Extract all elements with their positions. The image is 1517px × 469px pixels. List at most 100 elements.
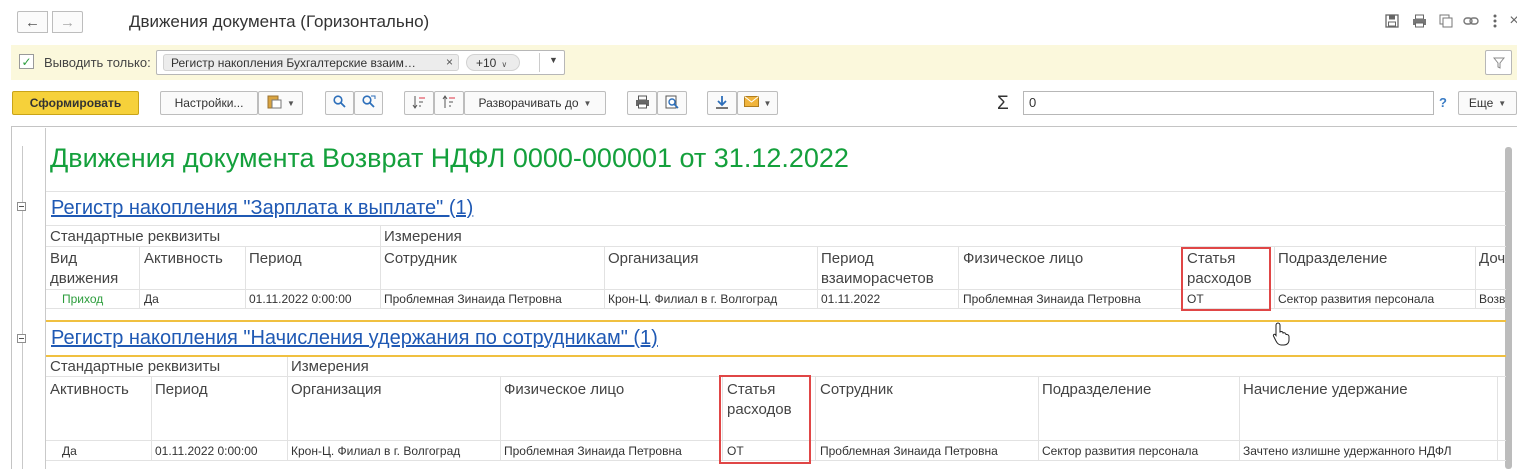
group-header-standard: Стандартные реквизиты bbox=[50, 228, 221, 245]
table-cell: Крон-Ц. Филиал в г. Волгоград bbox=[291, 444, 461, 458]
divider bbox=[46, 308, 1506, 309]
send-email-button[interactable]: ▼ bbox=[737, 91, 778, 115]
table-cell: Проблемная Зинаида Петровна bbox=[963, 292, 1141, 306]
back-button[interactable]: ← bbox=[17, 11, 48, 33]
table-cell: Проблемная Зинаида Петровна bbox=[384, 292, 562, 306]
generate-button[interactable]: Сформировать bbox=[12, 91, 139, 115]
report-title: Движения документа Возврат НДФЛ 0000-000… bbox=[50, 143, 849, 173]
highlight-box bbox=[1181, 247, 1271, 311]
close-icon[interactable]: × bbox=[1505, 12, 1517, 30]
filter-checkbox[interactable]: ✓ bbox=[19, 54, 34, 69]
filter-tag-label: Регистр накопления Бухгалтерские взаим… bbox=[171, 56, 416, 70]
chevron-down-icon: ▼ bbox=[583, 98, 592, 108]
filter-bar: ✓ Выводить только: Регистр накопления Бу… bbox=[11, 45, 1517, 80]
table-cell: 01.11.2022 bbox=[821, 292, 881, 306]
register-2-title[interactable]: Регистр накопления "Начисления удержания… bbox=[51, 327, 658, 350]
gutter-line bbox=[22, 146, 23, 469]
divider bbox=[46, 246, 1506, 247]
download-icon bbox=[715, 95, 729, 112]
chevron-down-icon[interactable]: ▼ bbox=[549, 55, 558, 65]
sort-asc-button[interactable] bbox=[404, 91, 434, 115]
back-arrow-icon: ← bbox=[25, 13, 40, 31]
column-header: Период bbox=[155, 381, 208, 398]
more-label: Еще bbox=[1468, 96, 1494, 110]
table-cell: Сектор развития персонала bbox=[1278, 292, 1435, 306]
column-divider bbox=[1274, 247, 1275, 309]
forward-arrow-icon: → bbox=[60, 13, 75, 31]
email-icon bbox=[743, 96, 759, 110]
divider bbox=[46, 289, 1506, 290]
sort-desc-button[interactable] bbox=[434, 91, 464, 115]
expand-to-button[interactable]: Разворачивать до ▼ bbox=[464, 91, 606, 115]
print-button[interactable] bbox=[627, 91, 657, 115]
sigma-icon: Σ bbox=[997, 93, 1009, 114]
copy-icon[interactable] bbox=[1437, 12, 1455, 30]
column-divider bbox=[287, 357, 288, 461]
search-button[interactable] bbox=[325, 91, 354, 115]
chevron-down-icon: ▼ bbox=[287, 98, 295, 108]
column-divider bbox=[1497, 377, 1498, 461]
column-header: Активность bbox=[50, 381, 129, 398]
column-divider bbox=[958, 247, 959, 309]
close-icon[interactable]: × bbox=[446, 55, 453, 69]
save-icon[interactable] bbox=[1383, 12, 1401, 30]
more-vertical-icon[interactable] bbox=[1486, 12, 1504, 30]
clipboard-icon bbox=[266, 94, 282, 112]
column-header: Период взаиморасчетов bbox=[821, 250, 934, 287]
variant-button[interactable]: ▼ bbox=[258, 91, 303, 115]
table-cell: Приход bbox=[62, 292, 104, 306]
help-link[interactable]: ? bbox=[1439, 95, 1447, 110]
more-button[interactable]: Еще ▼ bbox=[1458, 91, 1517, 115]
table-cell: Зачтено излишне удержанного НДФЛ bbox=[1243, 444, 1452, 458]
sort-icon bbox=[412, 95, 426, 112]
table-cell: Проблемная Зинаида Петровна bbox=[504, 444, 682, 458]
column-divider bbox=[139, 247, 140, 309]
table-cell: Проблемная Зинаида Петровна bbox=[820, 444, 998, 458]
vertical-scrollbar[interactable] bbox=[1505, 147, 1512, 469]
collapse-icon[interactable] bbox=[17, 202, 26, 211]
chevron-down-icon: ▼ bbox=[1498, 98, 1507, 108]
column-divider bbox=[817, 247, 818, 309]
print-icon[interactable] bbox=[1410, 12, 1428, 30]
table-cell: Да bbox=[62, 444, 77, 458]
highlight-box bbox=[719, 375, 811, 464]
table-cell: 01.11.2022 0:00:00 bbox=[155, 444, 258, 458]
table-cell: 01.11.2022 0:00:00 bbox=[249, 292, 352, 306]
column-header: Доч bbox=[1479, 250, 1506, 267]
settings-button[interactable]: Настройки... bbox=[160, 91, 258, 115]
filter-combo[interactable]: Регистр накопления Бухгалтерские взаим… … bbox=[156, 50, 565, 75]
preview-button[interactable] bbox=[657, 91, 687, 115]
link-icon[interactable] bbox=[1462, 12, 1480, 30]
search-icon bbox=[333, 95, 346, 111]
filter-label: Выводить только: bbox=[44, 55, 151, 70]
divider bbox=[46, 191, 1506, 192]
forward-button[interactable]: → bbox=[52, 11, 83, 33]
table-cell: Возв bbox=[1479, 292, 1506, 306]
collapse-icon[interactable] bbox=[17, 334, 26, 343]
filter-icon[interactable] bbox=[1485, 50, 1512, 75]
print-icon bbox=[635, 95, 650, 112]
preview-icon bbox=[665, 95, 679, 112]
column-divider bbox=[815, 377, 816, 461]
column-header: Организация bbox=[291, 381, 382, 398]
save-to-file-button[interactable] bbox=[707, 91, 737, 115]
column-divider bbox=[1475, 247, 1476, 309]
column-header: Организация bbox=[608, 250, 699, 267]
filter-more-tag[interactable]: +10 ∨ bbox=[466, 54, 520, 71]
register-1-title[interactable]: Регистр накопления "Зарплата к выплате" … bbox=[51, 197, 473, 220]
hand-cursor-icon bbox=[1272, 322, 1290, 346]
sum-field[interactable]: 0 bbox=[1023, 91, 1434, 115]
column-header: Сотрудник bbox=[820, 381, 893, 398]
title-bar: ← → Движения документа (Горизонтально) × bbox=[0, 0, 1517, 42]
filter-more-label: +10 bbox=[476, 56, 497, 70]
filter-tag[interactable]: Регистр накопления Бухгалтерские взаим… bbox=[163, 54, 459, 71]
group-header-dimensions: Измерения bbox=[384, 228, 462, 245]
column-header: Подразделение bbox=[1278, 250, 1388, 267]
column-header: Активность bbox=[144, 250, 223, 267]
column-header: Начисление удержание bbox=[1243, 381, 1408, 398]
gutter-line bbox=[45, 128, 46, 469]
search-next-button[interactable] bbox=[354, 91, 383, 115]
column-divider bbox=[604, 247, 605, 309]
column-divider bbox=[380, 226, 381, 309]
column-header: Подразделение bbox=[1042, 381, 1152, 398]
